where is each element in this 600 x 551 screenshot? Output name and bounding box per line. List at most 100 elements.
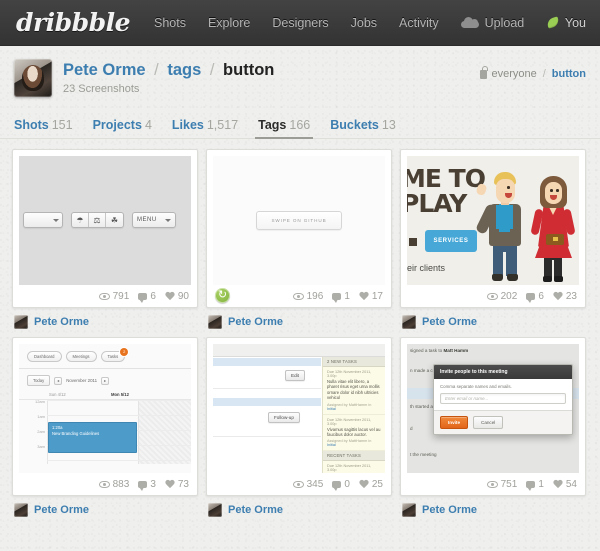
- nav-link-activity[interactable]: Activity: [399, 16, 439, 30]
- follow-up-button[interactable]: Follow-up: [268, 412, 300, 423]
- shot-frame[interactable]: Edit Follow-up 2 NEW TASKS Due 12th Nove…: [206, 337, 392, 496]
- task-assignment-link[interactable]: Initial: [327, 443, 336, 447]
- author-name[interactable]: Pete Orme: [34, 316, 89, 328]
- toolbar-row: ☂ ⚖ ☘ MENU: [19, 212, 191, 228]
- female-character-illustration: [530, 176, 576, 284]
- pill-dashboard[interactable]: Dashboard: [27, 351, 62, 362]
- next-month-icon[interactable]: ▸: [101, 376, 110, 385]
- author-name[interactable]: Pete Orme: [228, 316, 283, 328]
- task-item[interactable]: Due 12th November 2011, 3.00p: [323, 461, 385, 473]
- tab-tags[interactable]: Tags 166: [255, 118, 314, 139]
- comments-count: 6: [150, 290, 156, 302]
- headline-line-1: ME TO: [407, 164, 486, 193]
- shot-frame[interactable]: ☂ ⚖ ☘ MENU 791 6 90: [12, 149, 198, 308]
- account-menu[interactable]: You: [545, 16, 586, 30]
- avatar[interactable]: [208, 503, 222, 517]
- shot-card: Edit Follow-up 2 NEW TASKS Due 12th Nove…: [206, 337, 392, 517]
- today-button[interactable]: Today: [27, 375, 51, 386]
- nav-link-upload[interactable]: Upload: [460, 16, 524, 30]
- avatar[interactable]: [14, 58, 52, 97]
- author-name[interactable]: Pete Orme: [228, 504, 283, 516]
- comment-bubble-icon: [138, 292, 148, 303]
- screenshot-count: 23 Screenshots: [63, 82, 140, 95]
- comments-stat: 6: [526, 290, 544, 303]
- shot-thumbnail-toolbar[interactable]: ☂ ⚖ ☘ MENU: [19, 156, 191, 285]
- task-assignment-link[interactable]: Initial: [327, 407, 336, 411]
- swipe-on-github-button[interactable]: SWIPE ON GITHUB: [256, 211, 342, 230]
- tab-likes-count: 1,517: [206, 118, 239, 132]
- nav-link-designers[interactable]: Designers: [272, 16, 328, 30]
- shot-thumbnail-illustration[interactable]: ME TO PLAY SERVICES eir clients: [407, 156, 579, 285]
- nav-link-jobs[interactable]: Jobs: [351, 16, 377, 30]
- tab-shots[interactable]: Shots 151: [14, 118, 73, 138]
- pill-tasks[interactable]: Tasks 2: [100, 348, 129, 362]
- task-text: Nulla vitae elit libero, a pharet risus …: [327, 379, 380, 401]
- avatar[interactable]: [402, 503, 416, 517]
- breadcrumb-separator-2: /: [209, 60, 215, 79]
- top-navigation-bar: dribbble Shots Explore Designers Jobs Ac…: [0, 0, 600, 46]
- heart-icon: [359, 292, 369, 301]
- views-stat: 791: [98, 291, 129, 302]
- shot-frame[interactable]: SWIPE ON GITHUB 196 1 17: [206, 149, 392, 308]
- visibility-tag[interactable]: button: [552, 68, 586, 80]
- comment-bubble-icon: [526, 292, 536, 303]
- shot-thumbnail-swipe[interactable]: SWIPE ON GITHUB: [213, 156, 385, 285]
- visibility-scope: everyone: [491, 68, 537, 80]
- invite-button[interactable]: Invite: [440, 416, 468, 429]
- views-count: 345: [306, 478, 324, 490]
- tab-tags-label: Tags: [258, 118, 287, 132]
- prev-month-icon[interactable]: ◂: [54, 376, 63, 385]
- avatar[interactable]: [14, 315, 28, 329]
- author-name[interactable]: Pete Orme: [34, 504, 89, 516]
- comments-count: 6: [538, 290, 544, 302]
- umbrella-icon[interactable]: ☂: [72, 213, 89, 227]
- shot-card: Dashboard Meetings Tasks 2 Today ◂ Novem…: [12, 337, 198, 517]
- nav-link-explore[interactable]: Explore: [208, 16, 250, 30]
- toolbar-menu-dropdown[interactable]: MENU: [132, 212, 176, 228]
- tasks-mockup: Edit Follow-up 2 NEW TASKS Due 12th Nove…: [213, 344, 385, 473]
- hour-label-12am: 12am: [34, 399, 45, 404]
- shot-stats: 791 6 90: [19, 285, 191, 307]
- nav-link-shots[interactable]: Shots: [154, 16, 186, 30]
- tree-icon[interactable]: ☘: [106, 213, 123, 227]
- breadcrumb-user[interactable]: Pete Orme: [63, 61, 146, 79]
- calendar-event[interactable]: 1:20a New Branding Guidelines: [48, 422, 137, 453]
- rebound-arrow-icon[interactable]: [215, 287, 230, 303]
- services-button[interactable]: SERVICES: [425, 230, 477, 252]
- cancel-button[interactable]: Cancel: [473, 416, 504, 429]
- shot-thumbnail-tasks[interactable]: Edit Follow-up 2 NEW TASKS Due 12th Nove…: [213, 344, 385, 473]
- breadcrumb-tags[interactable]: tags: [167, 61, 201, 79]
- task-item[interactable]: Due 12th November 2011, 3.00p Vivamus sa…: [323, 415, 385, 452]
- shot-thumbnail-calendar[interactable]: Dashboard Meetings Tasks 2 Today ◂ Novem…: [19, 344, 191, 473]
- tab-buckets-count: 13: [381, 118, 396, 132]
- day-header-sun: Sun 4/12: [49, 392, 66, 397]
- invite-email-input[interactable]: Enter email or name...: [440, 393, 566, 404]
- avatar[interactable]: [208, 315, 222, 329]
- shot-frame[interactable]: Dashboard Meetings Tasks 2 Today ◂ Novem…: [12, 337, 198, 496]
- likes-count: 25: [371, 478, 383, 490]
- toolbar-icon-group[interactable]: ☂ ⚖ ☘: [71, 212, 124, 228]
- bg-activity-line: signed a task to Matt Hamm: [410, 348, 468, 353]
- toolbar-dropdown[interactable]: [23, 212, 63, 228]
- author-name[interactable]: Pete Orme: [422, 504, 477, 516]
- shot-frame[interactable]: signed a task to Matt Hamm n made a co t…: [400, 337, 586, 496]
- tab-buckets[interactable]: Buckets 13: [330, 118, 396, 138]
- task-item[interactable]: Due 12th November 2011, 3.00p Nulla vita…: [323, 367, 385, 415]
- comment-bubble-icon: [526, 480, 536, 491]
- calendar-grid[interactable]: 12am 1am 2am 3am 1:20a New Branding Guid…: [19, 399, 191, 464]
- dribbble-logo[interactable]: dribbble: [16, 8, 131, 37]
- illustration-subtext: eir clients: [407, 263, 446, 273]
- avatar[interactable]: [402, 315, 416, 329]
- tab-likes[interactable]: Likes 1,517: [172, 118, 238, 138]
- shot-frame[interactable]: ME TO PLAY SERVICES eir clients 202 6 23: [400, 149, 586, 308]
- pill-meetings[interactable]: Meetings: [65, 351, 97, 362]
- heart-icon: [165, 480, 175, 489]
- shot-thumbnail-invite-modal[interactable]: signed a task to Matt Hamm n made a co t…: [407, 344, 579, 473]
- breadcrumb: Pete Orme / tags / button: [63, 61, 274, 80]
- pin-icon[interactable]: ⚖: [89, 213, 106, 227]
- chevron-down-icon: [165, 218, 171, 222]
- tab-projects[interactable]: Projects 4: [93, 118, 152, 138]
- avatar[interactable]: [14, 503, 28, 517]
- author-name[interactable]: Pete Orme: [422, 316, 477, 328]
- edit-button[interactable]: Edit: [285, 370, 305, 381]
